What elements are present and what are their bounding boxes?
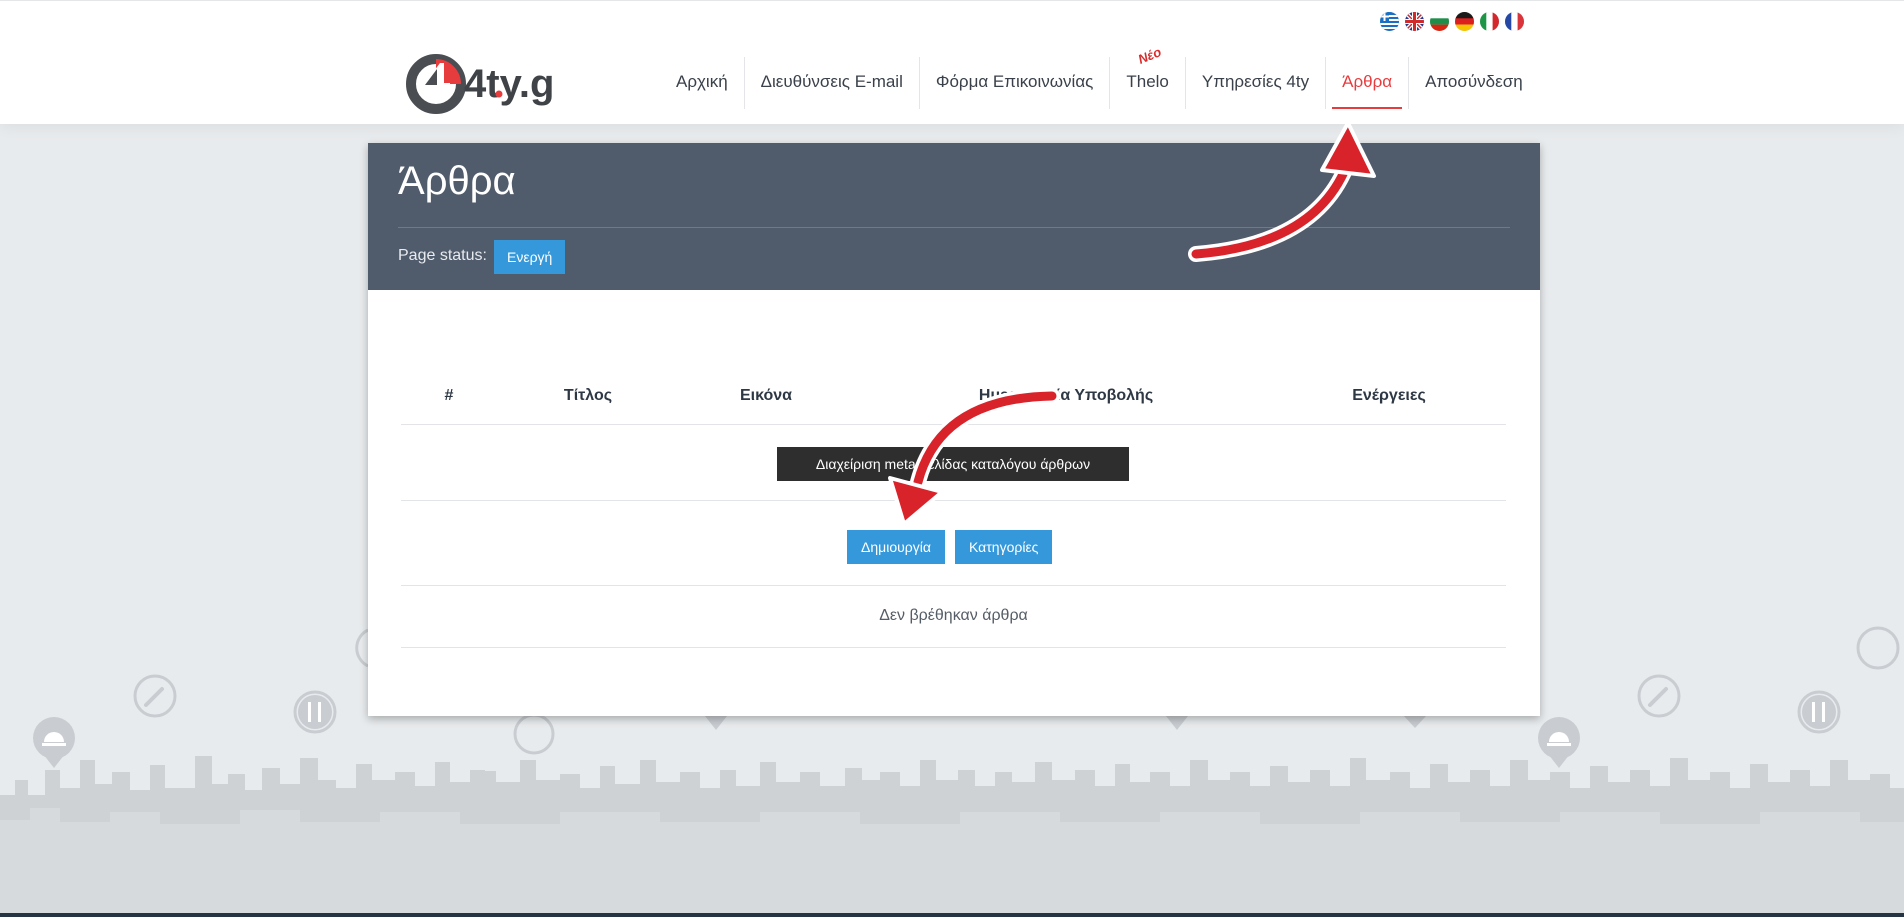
logo-wordmark: 4ty.gr	[464, 62, 556, 106]
nav-logout[interactable]: Αποσύνδεση	[1408, 57, 1539, 109]
column-header-actions: Ενέργειες	[1352, 387, 1426, 404]
page-status-label: Page status:	[398, 247, 487, 264]
nav-email-addresses[interactable]: Διευθύνσεις E-mail	[743, 57, 919, 109]
site-logo[interactable]: 4ty.gr	[406, 53, 556, 125]
column-header-submission-date: Ημερομηνία Υποβολής	[978, 387, 1154, 404]
nav-services[interactable]: Υπηρεσίες 4ty	[1184, 57, 1325, 109]
column-header-number: #	[444, 387, 454, 404]
flag-germany-icon[interactable]	[1455, 12, 1474, 31]
nav-contact-form[interactable]: Φόρμα Επικοινωνίας	[918, 57, 1109, 109]
articles-card: Άρθρα Page status: Ενεργή # Τίτλος Εικόν…	[368, 143, 1540, 716]
nav-thelo-label: Thelo	[1126, 72, 1169, 91]
flag-bulgaria-icon[interactable]	[1430, 12, 1449, 31]
table-row: Διαχείριση meta σελίδας καταλόγου άρθρων	[401, 425, 1506, 501]
column-header-title: Τίτλος	[563, 387, 613, 404]
main-navigation: Αρχική Διευθύνσεις E-mail Φόρμα Επικοινω…	[660, 44, 1539, 109]
flag-uk-icon[interactable]	[1405, 12, 1424, 31]
footer-edge	[0, 913, 1904, 917]
column-header-image: Εικόνα	[739, 387, 793, 404]
manage-meta-button[interactable]: Διαχείριση meta σελίδας καταλόγου άρθρων	[777, 447, 1129, 481]
create-article-button[interactable]: Δημιουργία	[847, 530, 945, 564]
articles-table: # Τίτλος Εικόνα Ημερομηνία Υποβολής Ενέρ…	[401, 373, 1506, 648]
new-badge: Νέο	[1136, 44, 1164, 67]
nav-articles[interactable]: Άρθρα	[1325, 57, 1408, 109]
flag-greece-icon[interactable]	[1380, 12, 1399, 31]
empty-message: Δεν βρέθηκαν άρθρα	[879, 607, 1028, 624]
nav-home[interactable]: Αρχική	[660, 57, 744, 109]
nav-thelo[interactable]: Thelo Νέο	[1109, 44, 1185, 109]
language-switcher	[1380, 12, 1524, 31]
page-header: Άρθρα Page status: Ενεργή	[368, 143, 1540, 290]
site-header: 4ty.gr Αρχική Διευθύνσεις E-mail Φόρμα Ε…	[0, 0, 1904, 124]
flag-france-icon[interactable]	[1505, 12, 1524, 31]
table-row: Δεν βρέθηκαν άρθρα	[401, 586, 1506, 648]
table-header: # Τίτλος Εικόνα Ημερομηνία Υποβολής Ενέρ…	[401, 373, 1506, 425]
flag-italy-icon[interactable]	[1480, 12, 1499, 31]
table-row: Δημιουργία Κατηγορίες	[401, 501, 1506, 586]
page-title: Άρθρα	[398, 159, 516, 203]
status-badge[interactable]: Ενεργή	[494, 240, 566, 274]
header-divider	[398, 227, 1510, 228]
categories-button[interactable]: Κατηγορίες	[955, 530, 1053, 564]
